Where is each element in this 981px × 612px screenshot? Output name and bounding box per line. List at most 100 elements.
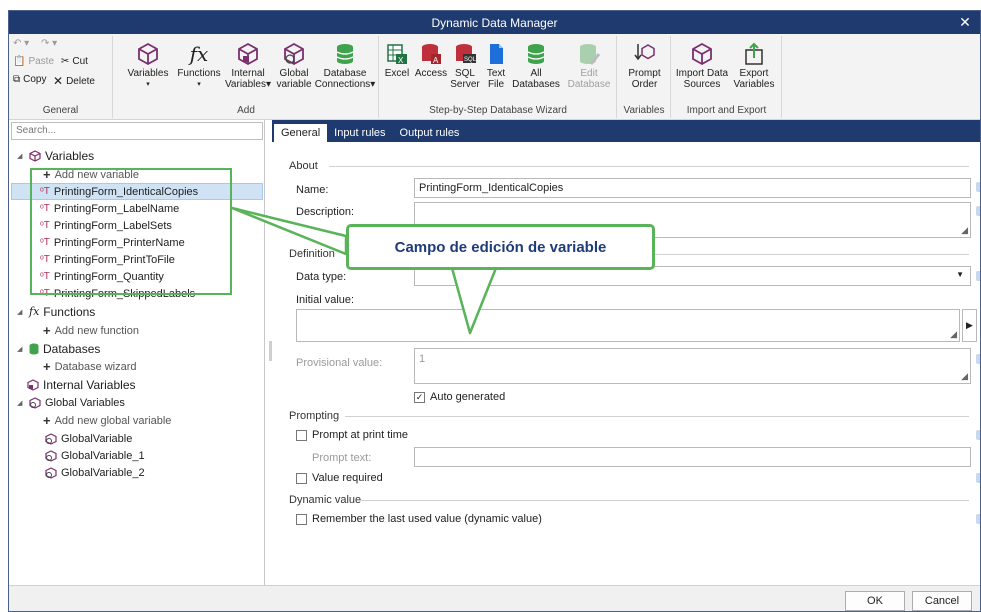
ribbon-group-variables: Prompt Order Variables — [618, 36, 671, 118]
tree-item-global-variable[interactable]: GlobalVariable — [45, 430, 132, 447]
insert-data-source-button[interactable]: ▶ — [962, 309, 977, 342]
tree-node-global-variables[interactable]: ◢ Global Variables — [17, 394, 125, 411]
tree-item-global-variable[interactable]: GlobalVariable_1 — [45, 447, 145, 464]
prompt-at-print-time-checkbox[interactable]: Prompt at print time — [296, 429, 408, 441]
undo-button[interactable]: ↶ ▾ — [13, 38, 29, 49]
ribbon-group-general: ↶ ▾ ↷ ▾ 📋 Paste ✂ Cut ⧉ Copy ✕ Delete Genera… — [9, 36, 113, 118]
functions-button[interactable]: fx Functions ▾ — [174, 42, 224, 90]
text-file-button[interactable]: Text File — [483, 42, 509, 90]
tab-input-rules[interactable]: Input rules — [327, 124, 392, 142]
provisional-value-field[interactable]: 1 ◢ — [414, 348, 971, 384]
ribbon-group-label: Step-by-Step Database Wizard — [429, 105, 567, 116]
variables-button[interactable]: Variables ▾ — [120, 42, 176, 90]
tree-node-variables[interactable]: ◢ Variables — [17, 147, 94, 164]
auto-generated-label: Auto generated — [430, 391, 506, 403]
database-wizard[interactable]: + Database wizard — [43, 358, 137, 375]
edit-database-button[interactable]: Edit Database — [564, 42, 614, 90]
function-icon: fx — [189, 42, 209, 66]
checkmark-icon: ✓ — [414, 391, 425, 403]
import-label-2: Sources — [683, 79, 721, 90]
provisional-value-label: Provisional value: — [296, 357, 383, 369]
tree-label: Global Variables — [45, 396, 125, 409]
chevron-down-icon: ▼ — [956, 270, 964, 279]
import-data-sources-button[interactable]: Import Data Sources — [674, 42, 730, 90]
auto-generated-checkbox[interactable]: ✓ Auto generated — [414, 391, 505, 403]
tree-label: GlobalVariable_2 — [61, 466, 145, 479]
internal-cube-icon — [238, 42, 258, 66]
help-icon[interactable] — [976, 182, 980, 192]
tree-label: GlobalVariable_1 — [61, 449, 145, 462]
resize-grip-icon[interactable]: ◢ — [950, 329, 957, 340]
prompt-order-button[interactable]: Prompt Order — [622, 42, 667, 90]
export-label: Export — [739, 68, 769, 79]
ok-button[interactable]: OK — [845, 591, 905, 611]
global-cube-icon — [45, 466, 57, 479]
collapse-icon[interactable]: ◢ — [17, 152, 25, 160]
database-connections-button[interactable]: Database Connections▾ — [314, 42, 376, 90]
resize-grip-icon[interactable]: ◢ — [961, 371, 968, 382]
tree-item-global-variable[interactable]: GlobalVariable_2 — [45, 464, 145, 481]
value-required-checkbox[interactable]: Value required — [296, 472, 383, 484]
provisional-value: 1 — [419, 353, 426, 365]
text-label: Text — [486, 68, 506, 79]
help-icon[interactable] — [976, 354, 980, 364]
checkbox-icon — [296, 429, 307, 441]
internal-label: Internal — [231, 68, 265, 79]
add-new-global-variable[interactable]: + Add new global variable — [43, 412, 171, 429]
ribbon-group-label: Variables — [623, 105, 665, 116]
dynamic-data-manager-window: Dynamic Data Manager ✕ ↶ ▾ ↷ ▾ 📋 Paste ✂ C… — [8, 10, 981, 612]
collapse-icon[interactable]: ◢ — [17, 399, 25, 407]
paste-button[interactable]: 📋 Paste — [13, 56, 54, 67]
cancel-button[interactable]: Cancel — [912, 591, 972, 611]
access-button[interactable]: A Access — [414, 42, 448, 79]
function-icon: fx — [29, 305, 40, 318]
all-databases-button[interactable]: All Databases — [510, 42, 562, 90]
collapse-icon[interactable]: ◢ — [17, 308, 25, 316]
internal-variables-button[interactable]: Internal Variables▾ — [222, 42, 274, 90]
tab-general[interactable]: General — [274, 124, 328, 142]
name-label: Name: — [296, 184, 329, 196]
edit-database-icon — [580, 44, 600, 65]
remember-last-value-checkbox[interactable]: Remember the last used value (dynamic va… — [296, 513, 542, 525]
tab-output-rules[interactable]: Output rules — [393, 124, 467, 142]
excel-button[interactable]: X Excel — [382, 42, 412, 79]
help-icon[interactable] — [976, 206, 980, 216]
help-icon[interactable] — [976, 271, 980, 281]
copy-button[interactable]: ⧉ Copy — [13, 74, 47, 85]
help-icon[interactable] — [976, 514, 980, 524]
database-icon — [336, 44, 354, 64]
callout-text: Campo de edición de variable — [394, 238, 607, 256]
tree-node-internal-variables[interactable]: Internal Variables — [27, 376, 136, 393]
variables-label: Variables — [127, 68, 169, 79]
section-title: About — [289, 160, 318, 172]
tree-node-databases[interactable]: ◢ Databases — [17, 340, 100, 357]
prompt-text-field[interactable] — [414, 447, 971, 467]
collapse-icon[interactable]: ◢ — [17, 345, 25, 353]
excel-icon: X — [387, 44, 407, 65]
plus-icon: + — [43, 323, 51, 338]
value-required-label: Value required — [312, 472, 383, 484]
initial-value-field[interactable]: ◢ — [296, 309, 960, 342]
global-variable-button[interactable]: Global variable — [272, 42, 316, 90]
add-new-function[interactable]: + Add new function — [43, 322, 139, 339]
section-title: Definition — [289, 248, 335, 260]
prompt-at-print-label: Prompt at print time — [312, 429, 408, 441]
data-type-label: Data type: — [296, 271, 347, 283]
search-input[interactable]: Search... — [11, 122, 263, 140]
close-icon[interactable]: ✕ — [956, 13, 974, 31]
help-icon[interactable] — [976, 473, 980, 483]
tree-node-functions[interactable]: ◢ fx Functions — [17, 303, 95, 320]
delete-button[interactable]: ✕ Delete — [53, 74, 95, 88]
redo-button[interactable]: ↷ ▾ — [41, 38, 57, 49]
cut-button[interactable]: ✂ Cut — [61, 56, 88, 67]
section-prompting: Prompting — [289, 410, 969, 422]
global-cube-icon — [45, 449, 57, 462]
resize-grip-icon[interactable]: ◢ — [961, 225, 968, 236]
export-variables-button[interactable]: Export Variables — [730, 42, 778, 90]
sql-server-button[interactable]: SQL SQL Server — [450, 42, 480, 90]
redo-icon: ↷ ▾ — [41, 38, 58, 49]
name-field[interactable]: PrintingForm_IdenticalCopies — [414, 178, 971, 198]
internal-label-2: Variables — [225, 79, 266, 90]
undo-icon: ↶ ▾ — [13, 38, 30, 49]
help-icon[interactable] — [976, 430, 980, 440]
